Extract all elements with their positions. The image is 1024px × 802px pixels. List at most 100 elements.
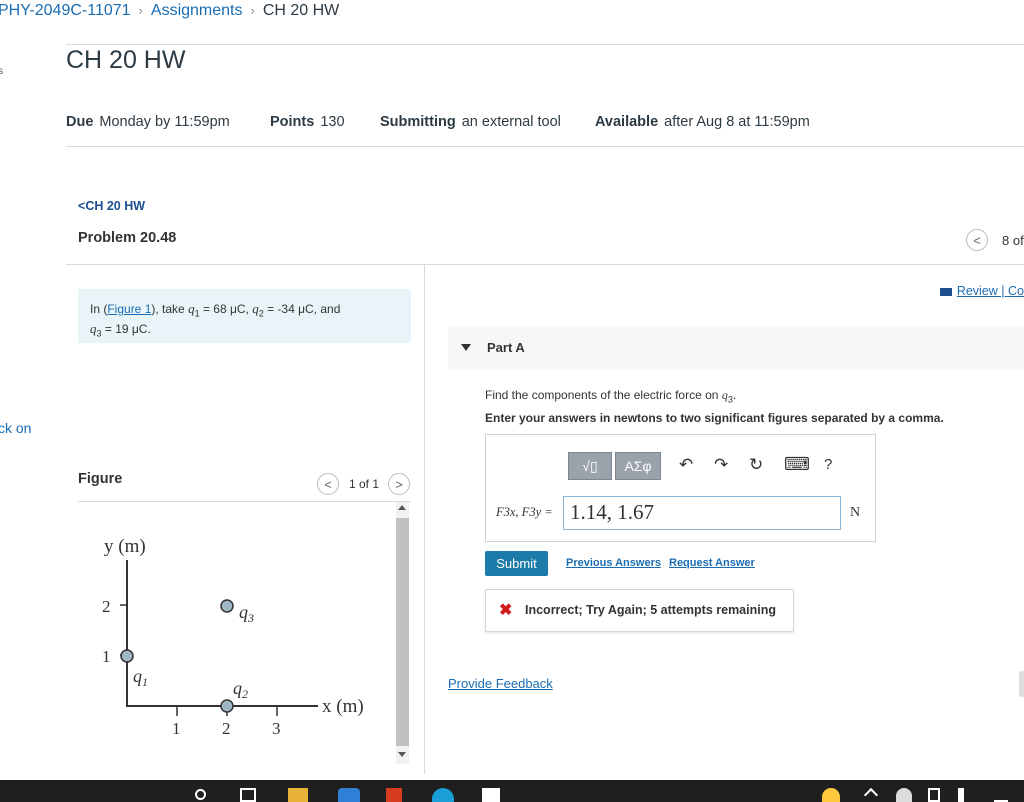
templates-button[interactable]: √▯ (568, 452, 612, 480)
previous-answers-link[interactable]: Previous Answers (566, 557, 661, 569)
statement-text: ), take (151, 302, 185, 316)
charge-q2-marker (220, 699, 234, 713)
part-a-header[interactable] (448, 326, 1024, 370)
figure-next-button[interactable]: > (388, 473, 410, 495)
breadcrumb-separator: › (138, 3, 143, 18)
figure-prev-button[interactable]: < (317, 473, 339, 495)
left-nav-fragment[interactable]: s (0, 66, 3, 77)
pen-icon[interactable] (994, 788, 1008, 802)
charge-q2-label: q2 (233, 678, 248, 701)
breadcrumb-course-link[interactable]: PHY-2049C-11071 (0, 2, 131, 20)
figure-page-counter: 1 of 1 (349, 477, 380, 491)
weather-icon[interactable] (822, 788, 840, 802)
y-axis-label: y (m) (104, 536, 146, 557)
collapse-triangle-icon[interactable] (461, 344, 471, 351)
figure-divider (78, 501, 411, 502)
charge-q1-label: q1 (133, 666, 148, 689)
answer-instruction: Enter your answers in newtons to two sig… (485, 411, 944, 425)
answer-label: F3x, F3y = (496, 505, 553, 519)
error-x-icon: ✖ (499, 602, 513, 619)
due-label: Due (66, 114, 94, 130)
submitting-meta: Submitting an external tool (380, 114, 561, 130)
figure-link[interactable]: Figure 1 (107, 302, 151, 316)
q3-value: = 19 μC. (104, 322, 151, 337)
battery-icon[interactable] (928, 788, 940, 802)
q2-subscript: 2 (258, 308, 264, 319)
book-icon (939, 287, 952, 296)
x-axis-label: x (m) (322, 696, 364, 717)
scroll-up-arrow-icon[interactable] (398, 505, 406, 510)
breadcrumb-current: CH 20 HW (262, 2, 340, 19)
back-link-label: CH 20 HW (85, 199, 146, 213)
review-link[interactable]: Review | Co (939, 284, 1024, 298)
request-answer-link[interactable]: Request Answer (669, 557, 755, 569)
statement-text: In ( (90, 302, 108, 316)
back-to-assignment-link[interactable]: <CH 20 HW (78, 199, 145, 213)
submitting-label: Submitting (380, 114, 456, 130)
mail-icon[interactable] (338, 788, 360, 802)
question-subscript: 3 (727, 394, 733, 405)
answer-input[interactable]: 1.14, 1.67 (563, 496, 841, 530)
right-edge-handle[interactable] (1019, 671, 1024, 697)
submit-button[interactable]: Submit (485, 551, 548, 576)
redo-icon[interactable]: ↷ (714, 455, 728, 475)
charge-q1-marker (120, 649, 134, 663)
provide-feedback-link[interactable]: Provide Feedback (448, 676, 553, 691)
chevron-up-icon[interactable] (863, 787, 879, 802)
charges: q1 q2 q3 (120, 599, 254, 713)
problem-title: Problem 20.48 (78, 230, 177, 246)
review-label: Review | Co (956, 284, 1024, 298)
store-icon[interactable] (482, 788, 500, 802)
figure-heading: Figure (78, 471, 123, 487)
x-tick-label: 1 (172, 719, 181, 738)
breadcrumb-separator: › (250, 3, 255, 18)
header-divider (66, 44, 1024, 45)
edge-browser-icon[interactable] (432, 788, 454, 802)
question-text: Find the components of the electric forc… (485, 388, 737, 405)
points-meta: Points 130 (270, 114, 345, 130)
problem-counter: 8 of (1002, 233, 1024, 248)
symbols-button[interactable]: ΑΣφ (615, 452, 661, 480)
meta-divider (66, 146, 1024, 147)
file-explorer-icon[interactable] (288, 788, 308, 802)
charge-q3-label: q3 (239, 602, 254, 625)
unit-label: N (850, 505, 861, 520)
help-icon[interactable]: ? (824, 456, 832, 473)
x-tick-label: 2 (222, 719, 231, 738)
y-tick-label: 2 (102, 597, 111, 616)
office-icon[interactable] (386, 788, 402, 802)
available-label: Available (595, 114, 659, 130)
previous-problem-button[interactable]: < (966, 229, 988, 251)
search-icon[interactable] (195, 789, 206, 800)
due-value: Monday by 11:59pm (99, 114, 230, 130)
left-nav-fragment-link[interactable]: ck on (0, 420, 31, 436)
task-view-icon[interactable] (240, 788, 256, 802)
problem-divider (66, 264, 1024, 265)
part-a-label: Part A (487, 340, 525, 355)
keyboard-icon[interactable]: ⌨ (784, 454, 810, 475)
charge-figure: y (m) x (m) 2 1 1 2 3 q1 q2 q3 (102, 536, 364, 738)
figure-scrollbar-thumb[interactable] (396, 518, 409, 746)
scroll-down-arrow-icon[interactable] (398, 752, 406, 757)
breadcrumb-assignments-link[interactable]: Assignments (151, 2, 243, 20)
x-tick-label: 3 (272, 719, 281, 738)
q1-value: = 68 μC, (202, 302, 249, 316)
undo-icon[interactable]: ↶ (679, 455, 693, 475)
reset-icon[interactable]: ↻ (749, 455, 763, 475)
due-meta: Due Monday by 11:59pm (66, 114, 230, 130)
available-value: after Aug 8 at 11:59pm (664, 114, 810, 130)
available-meta: Available after Aug 8 at 11:59pm (595, 114, 810, 130)
q3-subscript: 3 (96, 328, 102, 339)
feedback-text: Incorrect; Try Again; 5 attempts remaini… (525, 603, 776, 617)
pane-divider (424, 264, 425, 774)
page-title: CH 20 HW (66, 46, 186, 74)
y-tick-label: 1 (102, 647, 111, 666)
speaker-icon[interactable] (958, 788, 970, 802)
cloud-icon[interactable] (896, 788, 912, 802)
problem-statement: In (Figure 1), take q1 = 68 μC, q2 = -34… (78, 289, 411, 343)
points-value: 130 (320, 114, 345, 130)
feedback-message: ✖ Incorrect; Try Again; 5 attempts remai… (485, 589, 794, 632)
question-body: Find the components of the electric forc… (485, 388, 719, 402)
points-label: Points (270, 114, 315, 130)
submitting-value: an external tool (461, 114, 561, 130)
